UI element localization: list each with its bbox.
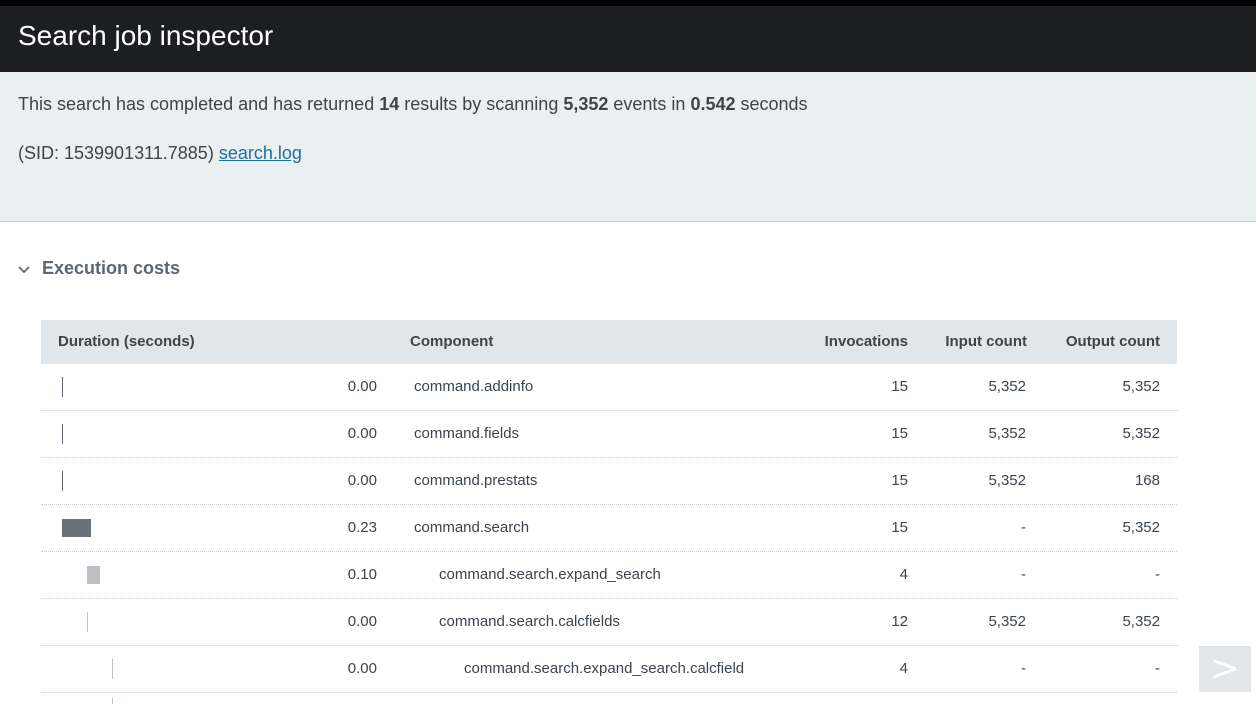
chevron-down-icon: [18, 265, 30, 273]
output-count-value: 5,352: [1122, 519, 1160, 536]
table-row: 0.23 command.search 15 - 5,352: [41, 505, 1177, 552]
input-count-value: -: [1021, 566, 1026, 583]
header-component: Component: [410, 333, 494, 350]
execution-costs-toggle[interactable]: Execution costs: [18, 258, 180, 279]
job-summary-text: This search has completed and has return…: [18, 94, 808, 115]
job-summary-panel: This search has completed and has return…: [0, 72, 1256, 222]
table-row: 0.10 command.search.expand_search 4 - -: [41, 552, 1177, 599]
section-title: Execution costs: [42, 258, 181, 278]
output-count-value: 5,352: [1122, 613, 1160, 630]
table-row-partial: [41, 692, 1177, 704]
invocations-value: 4: [899, 660, 908, 677]
input-count-value: 5,352: [988, 472, 1026, 489]
table-body: 0.00 command.addinfo 15 5,352 5,352 0.00 comma…: [41, 364, 1177, 693]
component-name: command.search.calcfields: [439, 613, 620, 630]
header-bar: Search job inspector: [0, 0, 1256, 72]
events-count: 5,352: [563, 94, 609, 114]
sid-text: (SID: 1539901311.7885): [18, 143, 219, 163]
invocations-value: 12: [891, 613, 908, 630]
table-header: Duration (seconds) Component Invocations…: [41, 320, 1177, 364]
duration-value: 0.23: [347, 519, 377, 536]
duration-value: 0.10: [347, 566, 377, 583]
invocations-value: 15: [891, 472, 908, 489]
table-row: 0.00 command.search.calcfields 12 5,352 5,35…: [41, 599, 1177, 646]
summary-prefix: This search has completed and has return…: [18, 94, 380, 114]
output-count-value: 5,352: [1122, 378, 1160, 395]
input-count-value: 5,352: [988, 425, 1026, 442]
output-count-value: 168: [1134, 472, 1160, 489]
component-name: command.fields: [414, 425, 520, 442]
output-count-value: -: [1155, 566, 1160, 583]
seconds-value: 0.542: [690, 94, 736, 114]
output-count-value: 5,352: [1122, 425, 1160, 442]
duration-value: 0.00: [347, 660, 377, 677]
search-log-link[interactable]: search.log: [219, 143, 302, 163]
table-row: 0.00 command.fields 15 5,352 5,352: [41, 411, 1177, 458]
header-duration: Duration (seconds): [58, 333, 195, 350]
header-input-count: Input count: [945, 333, 1027, 350]
component-name: command.search.expand_search.calcfield: [464, 660, 745, 677]
input-count-value: -: [1021, 660, 1026, 677]
component-name: command.search: [414, 519, 530, 536]
summary-mid1: results by scanning: [399, 94, 564, 114]
component-name: command.prestats: [414, 472, 538, 489]
input-count-value: -: [1021, 519, 1026, 536]
input-count-value: 5,352: [988, 613, 1026, 630]
table-row: 0.00 command.addinfo 15 5,352 5,352: [41, 364, 1177, 411]
duration-value: 0.00: [347, 425, 377, 442]
execution-costs-table: Duration (seconds) Component Invocations…: [41, 320, 1177, 693]
header-invocations: Invocations: [824, 333, 908, 350]
next-button[interactable]: >: [1199, 646, 1251, 692]
duration-value: 0.00: [347, 613, 377, 630]
summary-suffix: seconds: [735, 94, 808, 114]
invocations-value: 4: [899, 566, 908, 583]
duration-value: 0.00: [347, 472, 377, 489]
invocations-value: 15: [891, 519, 908, 536]
results-count: 14: [379, 94, 400, 114]
output-count-value: -: [1155, 660, 1160, 677]
table-row: 0.00 command.prestats 15 5,352 168: [41, 458, 1177, 505]
summary-mid2: events in: [608, 94, 691, 114]
duration-value: 0.00: [347, 378, 377, 395]
component-name: command.search.expand_search: [439, 566, 661, 583]
input-count-value: 5,352: [988, 378, 1026, 395]
sid-line: (SID: 1539901311.7885) search.log: [18, 143, 302, 164]
duration-bar: [112, 698, 113, 704]
invocations-value: 15: [891, 378, 908, 395]
invocations-value: 15: [891, 425, 908, 442]
header-output-count: Output count: [1065, 333, 1160, 350]
component-name: command.addinfo: [414, 378, 534, 395]
page-title: Search job inspector: [18, 20, 274, 51]
table-row: 0.00 command.search.expand_search.calcfie…: [41, 646, 1177, 693]
